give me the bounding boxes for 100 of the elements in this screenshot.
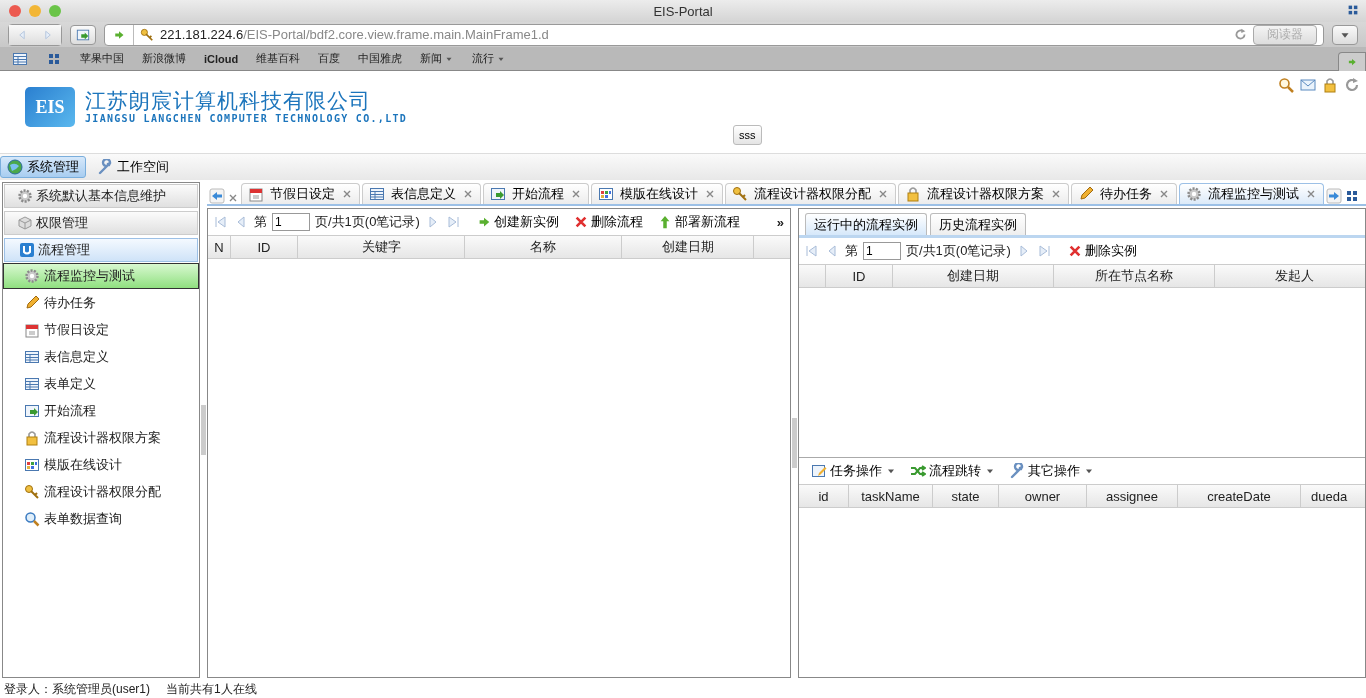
column-header[interactable]: ID [231,236,298,258]
column-header[interactable]: 名称 [465,236,622,258]
new-tab-button[interactable] [1338,52,1366,71]
downloads-button[interactable] [1332,24,1358,45]
bookmark-link[interactable]: 流行 [472,51,507,66]
sub-tab[interactable]: 运行中的流程实例 [805,213,927,235]
column-header[interactable]: 发起人 [1215,265,1365,287]
menu-button[interactable]: 任务操作 [811,462,897,480]
sidebar-section[interactable]: 权限管理 [4,211,198,235]
close-icon [704,188,716,200]
column-header[interactable]: state [933,485,999,507]
bookmark-link[interactable]: 百度 [318,51,341,66]
more-button[interactable]: » [776,214,784,230]
sss-button[interactable]: sss [733,125,762,145]
last-page-icon [445,214,462,230]
toolbar-button[interactable]: 创建新实例 [476,213,559,231]
toolbar-button[interactable]: 部署新流程 [657,213,740,231]
calendar-icon [24,322,40,338]
menu-tab[interactable]: 系统管理 [0,156,86,178]
close-icon [1305,188,1317,200]
page-tab[interactable]: 表信息定义 [362,183,481,204]
sidebar-item[interactable]: 模版在线设计 [3,452,199,478]
column-header[interactable]: ID [826,265,893,287]
login-user: 登录人：系统管理员(user1) [4,680,150,698]
bookmark-link[interactable]: 苹果中国 [80,51,124,66]
sub-tab[interactable]: 历史流程实例 [930,213,1026,235]
column-header[interactable]: dueda [1301,485,1365,507]
sidebar-item[interactable]: 待办任务 [3,290,199,316]
column-header[interactable]: owner [999,485,1087,507]
sidebar-item[interactable]: 开始流程 [3,398,199,424]
column-header[interactable]: createDate [1178,485,1301,507]
column-header[interactable]: 创建日期 [893,265,1054,287]
mail-icon [1300,77,1316,93]
page-tab[interactable]: 流程监控与测试 [1179,183,1324,204]
sidebar-item[interactable]: 流程监控与测试 [3,263,199,289]
sidebar-item[interactable]: 表单定义 [3,371,199,397]
bookmark-link[interactable]: 新浪微博 [142,51,186,66]
close-icon [462,188,474,200]
sidebar-item[interactable]: 流程设计器权限分配 [3,479,199,505]
zoom-button[interactable] [49,5,61,17]
share-button[interactable] [70,24,96,45]
wrench-icon [97,159,113,175]
grid-icon [598,186,614,202]
toolbar-button[interactable]: 删除实例 [1067,242,1137,260]
refresh-icon [1344,77,1360,93]
pager-label: 页/共1页(0笔记录) [315,213,420,231]
lock-icon [1322,77,1338,93]
cube-icon [17,215,33,231]
column-header[interactable]: assignee [1087,485,1178,507]
scroll-right-icon [1326,188,1342,204]
page-number-field[interactable]: 1 [863,242,901,260]
bookmark-link[interactable]: 新闻 [420,51,455,66]
column-header[interactable]: 创建日期 [622,236,754,258]
menu-button[interactable]: 其它操作 [1009,462,1095,480]
table-icon [369,186,385,202]
address-bar[interactable]: 221.181.224.6/EIS-Portal/bdf2.core.view.frame.main.MainFrame1.d 阅读器 [104,23,1324,46]
back-icon [16,28,28,41]
gear-icon [24,268,40,284]
sidebar-section[interactable]: 系统默认基本信息维护 [4,184,198,208]
first-page-icon [803,243,819,259]
page-tab[interactable]: 节假日设定 [241,183,360,204]
gear-icon [1186,186,1202,202]
bookmark-link[interactable]: 中国雅虎 [358,51,403,66]
column-header[interactable]: 关键字 [298,236,465,258]
bookmark-link[interactable]: 维基百科 [256,51,301,66]
gear-icon [17,188,33,204]
menu-button[interactable]: 流程跳转 [910,462,996,480]
minimize-button[interactable] [29,5,41,17]
page-tab[interactable]: 流程设计器权限方案 [898,183,1069,204]
close-icon [341,188,353,200]
pencil-icon [24,295,40,311]
sidebar-item[interactable]: 流程设计器权限方案 [3,425,199,451]
menu-tab[interactable]: 工作空间 [90,156,176,178]
forward-icon [42,28,54,41]
sidebar-item[interactable]: 表信息定义 [3,344,199,370]
pager-label: 第 [845,242,858,260]
sidebar-item[interactable]: 表单数据查询 [3,506,199,532]
close-icon [570,188,582,200]
lock-icon [24,430,40,446]
sidebar-item[interactable]: 节假日设定 [3,317,199,343]
close-button[interactable] [9,5,21,17]
start-icon [24,403,40,419]
bookmark-link[interactable]: iCloud [204,52,239,65]
close-icon [877,188,889,200]
search-icon [1278,77,1294,93]
start-icon [490,186,506,202]
page-tab[interactable]: 待办任务 [1071,183,1177,204]
key-icon [24,484,40,500]
column-header[interactable]: id [799,485,849,507]
page-number-field[interactable]: 1 [272,213,310,231]
column-header[interactable]: taskName [849,485,933,507]
page-tab[interactable]: 模版在线设计 [591,183,723,204]
page-tab[interactable]: 流程设计器权限分配 [725,183,896,204]
close-icon [1158,188,1170,200]
toolbar-button[interactable]: 删除流程 [573,213,643,231]
page-tab[interactable]: 开始流程 [483,183,589,204]
company-logo: EIS [25,87,75,127]
sidebar-section[interactable]: 流程管理 [4,238,198,262]
pager-label: 第 [254,213,267,231]
column-header[interactable]: 所在节点名称 [1054,265,1215,287]
